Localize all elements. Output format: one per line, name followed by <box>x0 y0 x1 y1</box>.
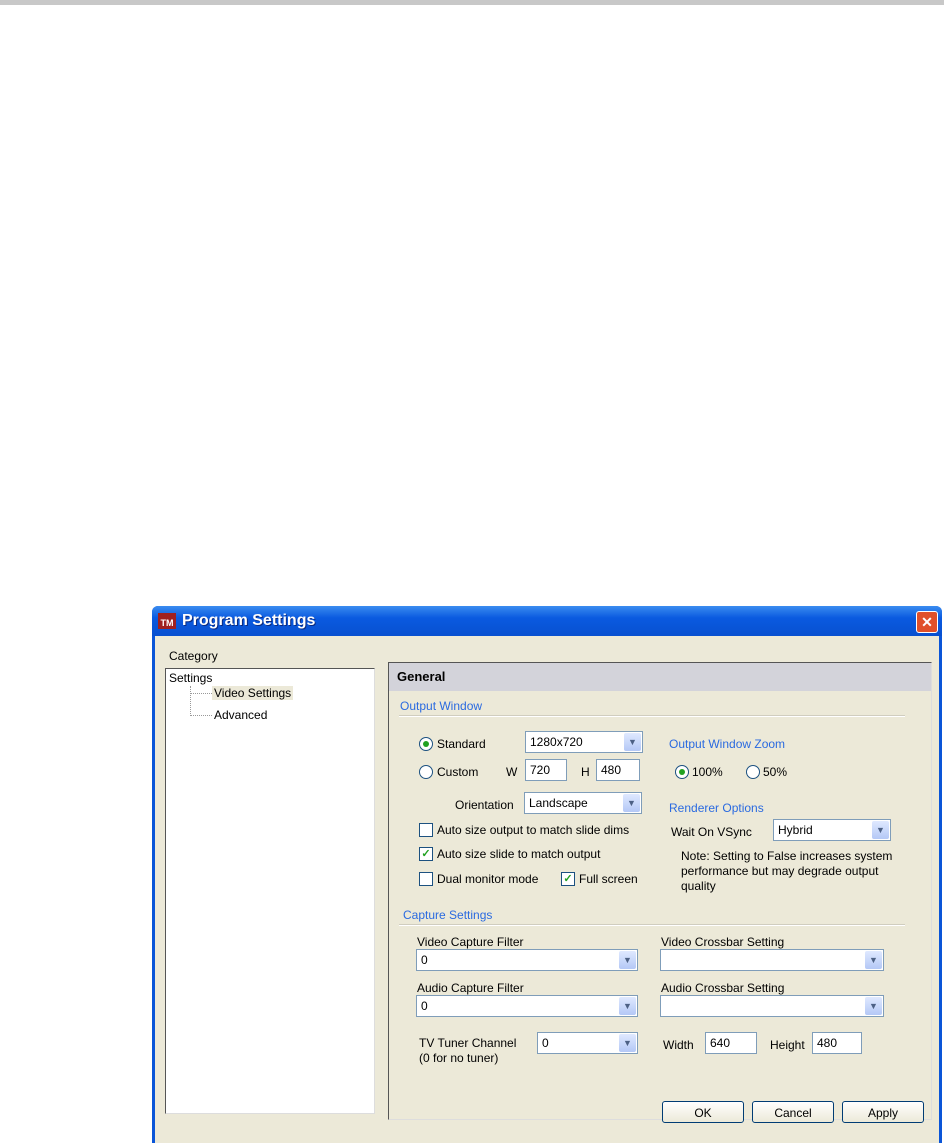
cancel-button[interactable]: Cancel <box>752 1101 834 1123</box>
apply-button[interactable]: Apply <box>842 1101 924 1123</box>
auto-size-slide-label: Auto size slide to match output <box>437 847 601 861</box>
tree-item-advanced[interactable]: Advanced <box>214 708 267 722</box>
tuner-channel-select[interactable]: 0 ▼ <box>537 1032 638 1054</box>
general-panel: General Output Window Standard 1280x720 ▼… <box>388 662 932 1120</box>
video-crossbar-select[interactable]: ▼ <box>660 949 884 971</box>
close-button[interactable]: ✕ <box>916 611 938 633</box>
video-filter-select[interactable]: 0 ▼ <box>416 949 638 971</box>
top-rule <box>0 0 944 5</box>
chevron-down-icon: ▼ <box>865 997 882 1015</box>
vsync-value: Hybrid <box>778 823 813 837</box>
tuner-label: TV Tuner Channel <box>419 1036 517 1050</box>
title-bar[interactable]: TM Program Settings ✕ <box>152 606 942 636</box>
full-screen-label: Full screen <box>579 872 638 886</box>
audio-crossbar-select[interactable]: ▼ <box>660 995 884 1017</box>
zoom-50-radio[interactable] <box>746 765 760 779</box>
orientation-label: Orientation <box>455 798 514 812</box>
chevron-down-icon: ▼ <box>619 951 636 969</box>
divider <box>399 715 905 717</box>
vsync-select[interactable]: Hybrid ▼ <box>773 819 891 841</box>
video-crossbar-label: Video Crossbar Setting <box>661 935 785 949</box>
audio-filter-value: 0 <box>421 999 428 1013</box>
standard-resolution-select[interactable]: 1280x720 ▼ <box>525 731 643 753</box>
capture-height-input[interactable]: 480 <box>812 1032 862 1054</box>
chevron-down-icon: ▼ <box>623 794 640 812</box>
app-icon: TM <box>158 613 176 629</box>
chevron-down-icon: ▼ <box>865 951 882 969</box>
standard-radio[interactable] <box>419 737 433 751</box>
zoom-100-label: 100% <box>692 765 723 779</box>
auto-size-slide-checkbox[interactable]: ✓ <box>419 847 433 861</box>
audio-filter-label: Audio Capture Filter <box>417 981 524 995</box>
divider <box>399 924 905 926</box>
dual-monitor-label: Dual monitor mode <box>437 872 539 886</box>
tree-line <box>190 715 212 716</box>
capture-heading: Capture Settings <box>403 908 493 922</box>
w-label: W <box>506 765 518 779</box>
video-filter-value: 0 <box>421 953 428 967</box>
tree-root-settings[interactable]: Settings <box>169 671 212 685</box>
zoom-heading: Output Window Zoom <box>669 737 786 751</box>
zoom-100-radio[interactable] <box>675 765 689 779</box>
full-screen-checkbox[interactable]: ✓ <box>561 872 575 886</box>
video-filter-label: Video Capture Filter <box>417 935 524 949</box>
category-label: Category <box>169 649 218 663</box>
output-window-heading: Output Window <box>400 699 483 713</box>
zoom-50-label: 50% <box>763 765 788 779</box>
window-title: Program Settings <box>182 612 316 629</box>
ok-button[interactable]: OK <box>662 1101 744 1123</box>
tree-line <box>190 693 212 694</box>
chevron-down-icon: ▼ <box>619 997 636 1015</box>
audio-crossbar-label: Audio Crossbar Setting <box>661 981 785 995</box>
program-settings-dialog: TM Program Settings ✕ Category Settings … <box>152 606 942 1143</box>
chevron-down-icon: ▼ <box>872 821 889 839</box>
width-label: Width <box>663 1038 694 1052</box>
h-label: H <box>581 765 590 779</box>
tree-line <box>190 686 192 716</box>
capture-width-input[interactable]: 640 <box>705 1032 757 1054</box>
category-tree[interactable]: Settings Video Settings Advanced <box>165 668 375 1114</box>
audio-filter-select[interactable]: 0 ▼ <box>416 995 638 1017</box>
auto-size-output-label: Auto size output to match slide dims <box>437 823 630 837</box>
standard-label: Standard <box>437 737 486 751</box>
panel-header: General <box>389 663 931 691</box>
dual-monitor-checkbox[interactable] <box>419 872 433 886</box>
custom-height-input[interactable]: 480 <box>596 759 640 781</box>
chevron-down-icon: ▼ <box>624 733 641 751</box>
orientation-select[interactable]: Landscape ▼ <box>524 792 642 814</box>
custom-width-input[interactable]: 720 <box>525 759 567 781</box>
chevron-down-icon: ▼ <box>619 1034 636 1052</box>
orientation-value: Landscape <box>529 796 588 810</box>
tuner-sublabel: (0 for no tuner) <box>419 1051 499 1065</box>
vsync-note: Note: Setting to False increases system … <box>681 849 893 893</box>
custom-radio[interactable] <box>419 765 433 779</box>
vsync-label: Wait On VSync <box>671 825 752 839</box>
auto-size-output-checkbox[interactable] <box>419 823 433 837</box>
custom-label: Custom <box>437 765 479 779</box>
renderer-heading: Renderer Options <box>669 801 764 815</box>
tree-item-video-settings[interactable]: Video Settings <box>212 686 294 700</box>
height-label: Height <box>770 1038 805 1052</box>
tuner-value: 0 <box>542 1036 549 1050</box>
standard-value: 1280x720 <box>530 735 583 749</box>
